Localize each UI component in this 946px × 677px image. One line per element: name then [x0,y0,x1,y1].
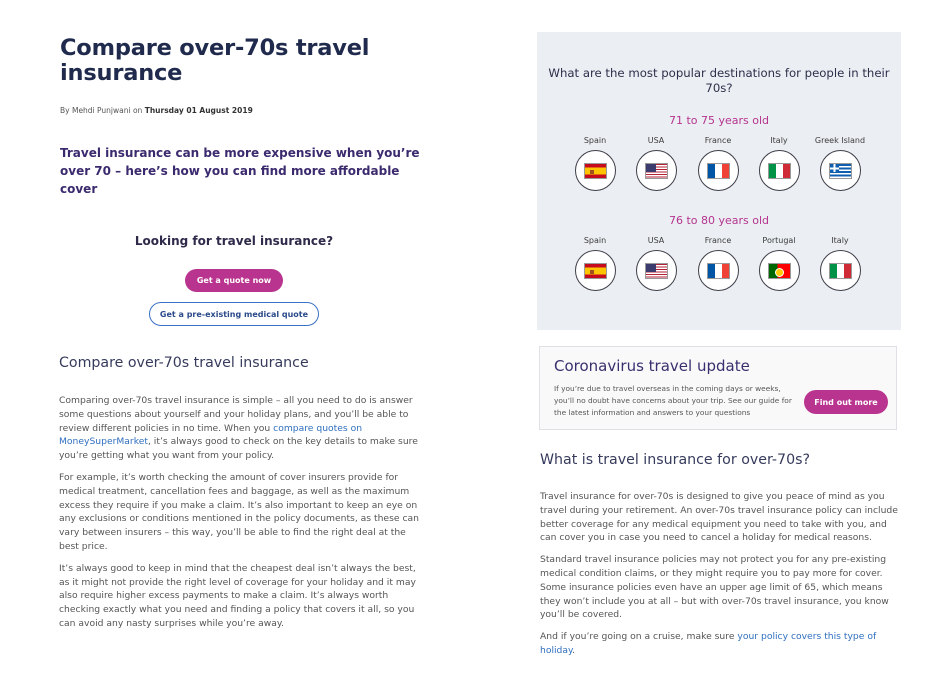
destinations-title: What are the most popular destinations f… [548,66,890,95]
coronavirus-title: Coronavirus travel update [554,357,750,375]
compare-paragraph-3: It’s always good to keep in mind that th… [59,562,416,629]
standfirst: Travel insurance can be more expensive w… [60,146,420,196]
cta-heading: Looking for travel insurance? [134,234,334,248]
flag-circle [635,250,677,291]
destination-name: Italy [770,136,788,145]
destination-name: Greek Island [814,136,866,145]
destination-name: France [704,136,732,145]
usa-flag-icon [644,162,668,179]
spain-flag-icon [583,162,607,179]
what-paragraph-2: Standard travel insurance policies may n… [540,554,889,621]
greece-flag-icon [828,162,852,179]
destination-greek-island: Greek Island [809,136,871,191]
italy-flag-icon [767,162,791,179]
flag-circle [574,250,616,291]
flag-circle [758,150,800,191]
destination-usa: USA [625,136,687,191]
compare-paragraph-1: Comparing over-70s travel insurance is s… [59,394,424,463]
destination-name: Italy [831,236,849,245]
destination-italy: Italy [809,236,871,291]
get-quote-button[interactable]: Get a quote now [185,269,283,292]
spain-flag-icon [583,262,607,279]
age-group-label-76-80: 76 to 80 years old [668,214,770,227]
destination-france: France [687,136,749,191]
flag-circle [697,250,739,291]
find-out-more-button[interactable]: Find out more [804,390,888,414]
destination-portugal: Portugal [748,236,810,291]
age-group-label-71-75: 71 to 75 years old [668,114,770,127]
compare-paragraph-2: For example, it’s worth checking the amo… [59,471,419,552]
france-flag-icon [706,262,730,279]
destination-italy: Italy [748,136,810,191]
coronavirus-update-box: Coronavirus travel update If you’re due … [539,346,897,430]
byline-author: By Mehdi Punjwani on [60,106,145,115]
destination-spain: Spain [564,236,626,291]
compare-section-body: Comparing over-70s travel insurance is s… [59,394,424,639]
destination-name: USA [647,136,665,145]
flag-circle [819,150,861,191]
destination-name: USA [647,236,665,245]
what-section-body: Travel insurance for over-70s is designe… [540,490,898,666]
usa-flag-icon [644,262,668,279]
destination-name: Spain [583,236,607,245]
compare-section-heading: Compare over-70s travel insurance [59,355,309,371]
flag-circle [635,150,677,191]
destination-spain: Spain [564,136,626,191]
coronavirus-text: If you’re due to travel overseas in the … [554,384,792,417]
what-paragraph-1: Travel insurance for over-70s is designe… [540,491,898,544]
flag-circle [819,250,861,291]
byline-date: Thursday 01 August 2019 [144,106,253,115]
byline: By Mehdi Punjwani on Thursday 01 August … [60,106,253,115]
portugal-flag-icon [767,262,791,279]
destination-name: Portugal [762,236,796,245]
paragraph-text: . [572,644,576,656]
france-flag-icon [706,162,730,179]
destination-usa: USA [625,236,687,291]
flag-circle [574,150,616,191]
destinations-panel: What are the most popular destinations f… [537,32,901,330]
destination-france: France [687,236,749,291]
medical-quote-button[interactable]: Get a pre-existing medical quote [149,302,319,326]
destination-name: France [704,236,732,245]
flag-circle [758,250,800,291]
italy-flag-icon [828,262,852,279]
paragraph-text: And if you’re going on a cruise, make su… [540,631,738,643]
what-paragraph-3: And if you’re going on a cruise, make su… [540,630,898,658]
page-title: Compare over-70s travel insurance [60,35,370,86]
destination-name: Spain [583,136,607,145]
what-section-heading: What is travel insurance for over-70s? [540,452,811,468]
flag-circle [697,150,739,191]
